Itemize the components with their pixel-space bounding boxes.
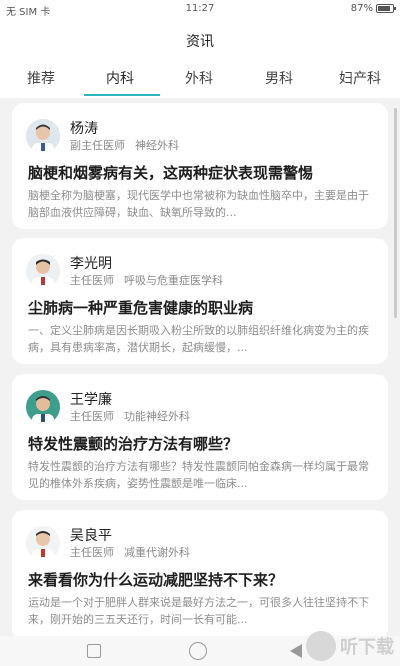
tab-recommend[interactable]: 推荐: [6, 68, 76, 88]
doctor-avatar-icon: [26, 254, 60, 288]
active-tab-indicator: [84, 94, 160, 96]
doctor-meta: 主任医师 呼吸与危重症医学科: [70, 272, 223, 288]
article-summary: 一、定义尘肺病是因长期吸入粉尘所致的以肺组织纤维化病变为主的疾病，具有患病率高，…: [28, 324, 369, 354]
doctor-department: 减重代谢外科: [124, 546, 190, 559]
watermark: 听下载: [306, 628, 394, 664]
back-icon[interactable]: [290, 644, 302, 658]
status-icons: 87%: [350, 3, 396, 14]
doctor-name: 杨涛: [70, 121, 98, 137]
watermark-text: 听下载: [340, 637, 394, 658]
doctor-avatar-icon: [26, 119, 60, 153]
tab-obstetrics[interactable]: 妇产科: [325, 68, 395, 88]
doctor-position: 主任医师: [70, 410, 114, 423]
article-summary: 脑梗全称为脑梗塞，现代医学中也常被称为缺血性脑卒中，主要是由于脑部血液供应障碍，…: [28, 189, 369, 219]
article-title[interactable]: 特发性震颤的治疗方法有哪些？: [28, 433, 238, 454]
doctor-name: 吴良平: [70, 528, 112, 544]
doctor-department: 神经外科: [135, 139, 179, 152]
doctor-position: 主任医师: [70, 274, 114, 287]
article-card[interactable]: 王学廉 主任医师 功能神经外科 特发性震颤的治疗方法有哪些？ 特发性震颤的治疗方法…: [12, 374, 388, 500]
status-bar: 无 SIM 卡 11:27 87%: [0, 0, 400, 18]
doctor-avatar-icon: [26, 526, 60, 560]
battery-text: 87%: [350, 3, 373, 14]
tab-surgery[interactable]: 外科: [164, 68, 234, 88]
doctor-meta: 主任医师 功能神经外科: [70, 408, 190, 424]
doctor-name: 李光明: [70, 256, 112, 272]
recent-apps-icon[interactable]: [87, 644, 101, 658]
home-icon[interactable]: [189, 642, 207, 660]
article-summary: 运动是一个对于肥胖人群来说是最好方法之一，可很多人往往坚持不下来，刚开始的三五天…: [28, 596, 369, 626]
doctor-meta: 副主任医师 神经外科: [70, 137, 179, 153]
watermark-logo-icon: [306, 631, 336, 661]
doctor-position: 主任医师: [70, 546, 114, 559]
tab-internal-medicine[interactable]: 内科: [85, 68, 155, 88]
doctor-avatar: [26, 526, 60, 560]
doctor-department: 功能神经外科: [124, 410, 190, 423]
article-title[interactable]: 来看看你为什么运动减肥坚持不下来？: [28, 569, 283, 590]
scrollbar[interactable]: [394, 108, 397, 318]
battery-icon: [376, 4, 396, 13]
doctor-avatar: [26, 119, 60, 153]
article-card[interactable]: 杨涛 副主任医师 神经外科 脑梗和烟雾病有关，这两种症状表现需警惕 脑梗全称为脑梗…: [12, 103, 388, 229]
doctor-avatar: [26, 390, 60, 424]
doctor-department: 呼吸与危重症医学科: [124, 274, 223, 287]
doctor-name: 王学廉: [70, 392, 112, 408]
tab-andrology[interactable]: 男科: [244, 68, 314, 88]
article-title[interactable]: 脑梗和烟雾病有关，这两种症状表现需警惕: [28, 162, 313, 183]
article-title[interactable]: 尘肺病一种严重危害健康的职业病: [28, 297, 253, 318]
article-summary: 特发性震颤的治疗方法有哪些？特发性震颤同帕金森病一样均属于最常见的椎体外系疾病，…: [28, 460, 369, 490]
category-tabs: 推荐 内科 外科 男科 妇产科: [0, 64, 400, 98]
clock: 11:27: [185, 3, 215, 14]
article-card[interactable]: 吴良平 主任医师 减重代谢外科 来看看你为什么运动减肥坚持不下来？ 运动是一个对于…: [12, 510, 388, 640]
doctor-meta: 主任医师 减重代谢外科: [70, 544, 190, 560]
doctor-avatar: [26, 254, 60, 288]
article-card[interactable]: 李光明 主任医师 呼吸与危重症医学科 尘肺病一种严重危害健康的职业病 一、定义尘肺…: [12, 238, 388, 364]
page-title: 资讯: [186, 34, 214, 50]
doctor-avatar-icon: [26, 390, 60, 424]
header: 资讯 推荐 内科 外科 男科 妇产科: [0, 18, 400, 98]
doctor-position: 副主任医师: [70, 139, 125, 152]
